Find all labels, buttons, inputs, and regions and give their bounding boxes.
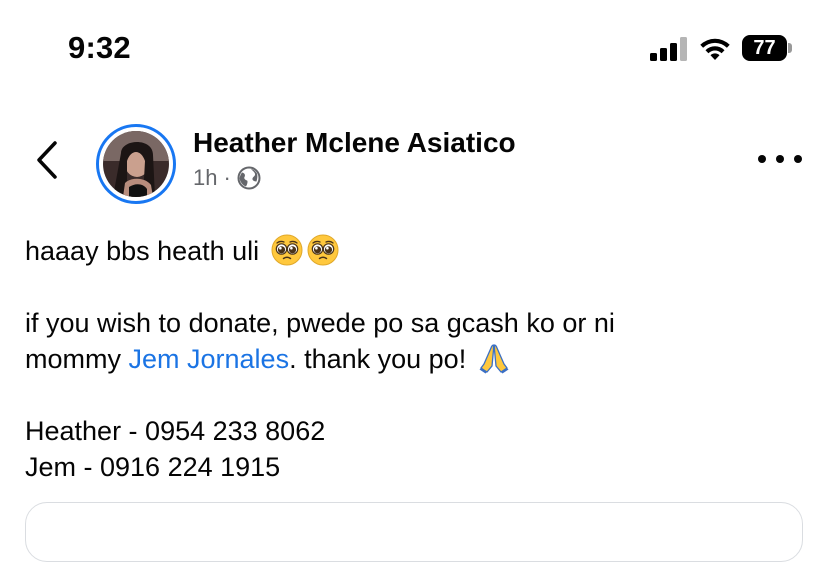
more-dot (776, 155, 784, 163)
post-time[interactable]: 1h (193, 165, 217, 191)
more-dot (758, 155, 766, 163)
post-meta: 1h · (193, 165, 261, 191)
post-text: mommy (25, 344, 129, 374)
status-time: 9:32 (68, 30, 131, 65)
meta-separator: · (223, 165, 231, 190)
chevron-left-icon (37, 141, 57, 179)
globe-icon (237, 166, 261, 190)
contact-line: Jem - 0916 224 1915 (25, 452, 281, 482)
battery-icon: 77 (742, 35, 794, 63)
wifi-icon (700, 38, 730, 60)
post-line-3: mommy Jem Jornales. thank you po! (25, 341, 805, 377)
more-options-button[interactable] (758, 148, 802, 170)
post-body: haaay bbs heath uli if you wish to donat (25, 233, 805, 485)
pleading-face-emoji (307, 234, 339, 266)
comment-box[interactable] (25, 502, 803, 562)
post-line-1: haaay bbs heath uli (25, 233, 805, 269)
author-avatar[interactable] (96, 124, 176, 204)
status-icons: 77 (650, 34, 794, 64)
status-bar: 9:32 77 (0, 0, 828, 100)
signal-icon (650, 37, 687, 61)
author-name[interactable]: Heather Mclene Asiatico (193, 127, 516, 159)
pleading-face-emoji (271, 234, 303, 266)
post-line-2: if you wish to donate, pwede po sa gcash… (25, 308, 615, 338)
folded-hands-emoji (479, 344, 509, 374)
mention-link[interactable]: Jem Jornales (129, 344, 290, 374)
post-text: haaay bbs heath uli (25, 236, 260, 266)
battery-level: 77 (753, 37, 776, 59)
back-button[interactable] (30, 138, 64, 182)
more-dot (794, 155, 802, 163)
post-text: . thank you po! (289, 344, 474, 374)
contact-line: Heather - 0954 233 8062 (25, 416, 326, 446)
avatar (103, 131, 169, 197)
